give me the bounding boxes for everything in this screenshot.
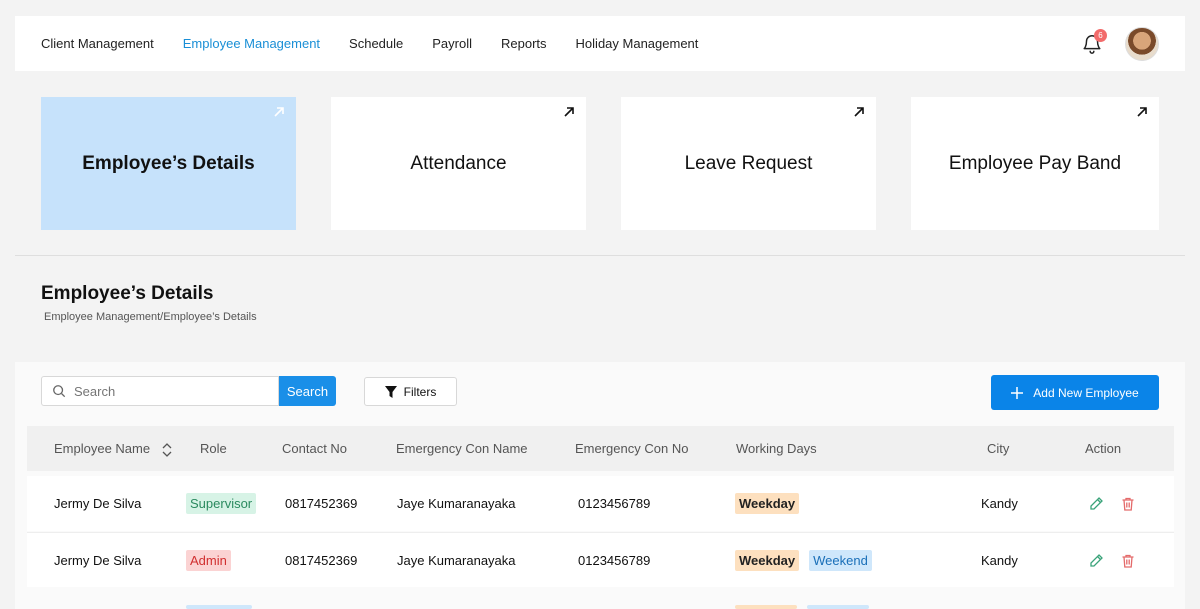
search-button[interactable]: Search (279, 376, 336, 406)
trash-icon[interactable] (1120, 496, 1136, 512)
cell-city: Kandy (981, 553, 1018, 568)
cell-emergency-con-name: Jaye Kumaranayaka (397, 496, 516, 511)
section-divider (15, 255, 1185, 256)
sort-icon[interactable] (162, 442, 172, 457)
card-attendance[interactable]: Attendance (331, 97, 586, 230)
cell-employee-name: Jermy De Silva (54, 496, 142, 511)
edit-icon[interactable] (1088, 496, 1104, 512)
page-title: Employee’s Details (41, 283, 214, 304)
cell-emergency-con-no: 0123456789 (578, 496, 651, 511)
nav-item-schedule[interactable]: Schedule (349, 36, 403, 51)
column-header-emergency-con-name: Emergency Con Name (396, 441, 528, 456)
cell-employee-name: Jermy De Silva (54, 553, 142, 568)
table-row: Jermy De Silva Admin 0817452369 Jaye Kum… (27, 532, 1174, 587)
role-badge-partial (186, 605, 252, 609)
nav-item-holiday-management[interactable]: Holiday Management (576, 36, 699, 51)
cell-emergency-con-name: Jaye Kumaranayaka (397, 553, 516, 568)
table-header: Employee Name Role Contact No Emergency … (27, 426, 1174, 471)
breadcrumb: Employee Management/Employee’s Details (44, 311, 257, 323)
column-header-action: Action (1085, 441, 1122, 456)
column-header-employee-name[interactable]: Employee Name (54, 426, 172, 471)
plus-icon (1011, 386, 1024, 399)
column-header-city: City (987, 441, 1010, 456)
user-avatar[interactable] (1125, 26, 1159, 61)
card-title: Employee Pay Band (948, 152, 1122, 174)
add-new-employee-label: Add New Employee (1033, 385, 1139, 400)
filters-button[interactable]: Filters (364, 377, 457, 406)
arrow-up-right-icon (562, 105, 576, 119)
working-day-badge-partial (807, 605, 869, 609)
card-title: Employee’s Details (82, 152, 255, 174)
column-header-contact-no: Contact No (282, 441, 348, 456)
role-badge: Supervisor (186, 493, 257, 514)
search-box (41, 376, 279, 406)
cell-contact-no: 0817452369 (285, 496, 358, 511)
notification-badge: 6 (1094, 28, 1107, 42)
nav-item-employee-management[interactable]: Employee Management (183, 36, 320, 51)
column-header-role: Role (200, 441, 227, 456)
search-input[interactable] (74, 383, 264, 399)
main-nav: Client Management Employee Management Sc… (41, 36, 727, 51)
filter-icon (384, 385, 397, 398)
column-label: Employee Name (54, 441, 151, 456)
add-new-employee-button[interactable]: Add New Employee (991, 375, 1159, 410)
card-leave-request[interactable]: Leave Request (621, 97, 876, 230)
card-employee-pay-band[interactable]: Employee Pay Band (911, 97, 1159, 230)
topbar-actions: 6 (1081, 26, 1159, 61)
trash-icon[interactable] (1120, 553, 1136, 569)
working-day-badge: Weekday (735, 493, 800, 514)
employee-table-panel: Search Filters Add New Employee Employee… (15, 362, 1185, 609)
nav-item-payroll[interactable]: Payroll (432, 36, 472, 51)
search-icon (53, 385, 66, 398)
column-header-working-days: Working Days (736, 441, 817, 456)
card-title: Attendance (410, 152, 507, 174)
arrow-up-right-icon (1135, 105, 1149, 119)
nav-item-reports[interactable]: Reports (501, 36, 547, 51)
working-day-badge: Weekend (809, 550, 872, 571)
edit-icon[interactable] (1088, 553, 1104, 569)
table-row-partial (27, 605, 1174, 609)
cell-emergency-con-no: 0123456789 (578, 553, 651, 568)
cell-contact-no: 0817452369 (285, 553, 358, 568)
card-employee-details[interactable]: Employee’s Details (41, 97, 296, 230)
role-badge: Admin (186, 550, 231, 571)
arrow-up-right-icon (272, 105, 286, 119)
notification-button[interactable]: 6 (1081, 28, 1107, 55)
arrow-up-right-icon (852, 105, 866, 119)
column-header-emergency-con-no: Emergency Con No (575, 441, 689, 456)
cell-city: Kandy (981, 496, 1018, 511)
working-day-badge-partial (735, 605, 797, 609)
filters-label: Filters (403, 384, 437, 399)
top-navbar: Client Management Employee Management Sc… (15, 16, 1185, 71)
card-title: Leave Request (684, 152, 813, 174)
table-row: Jermy De Silva Supervisor 0817452369 Jay… (27, 476, 1174, 531)
working-day-badge: Weekday (735, 550, 800, 571)
nav-item-client-management[interactable]: Client Management (41, 36, 154, 51)
